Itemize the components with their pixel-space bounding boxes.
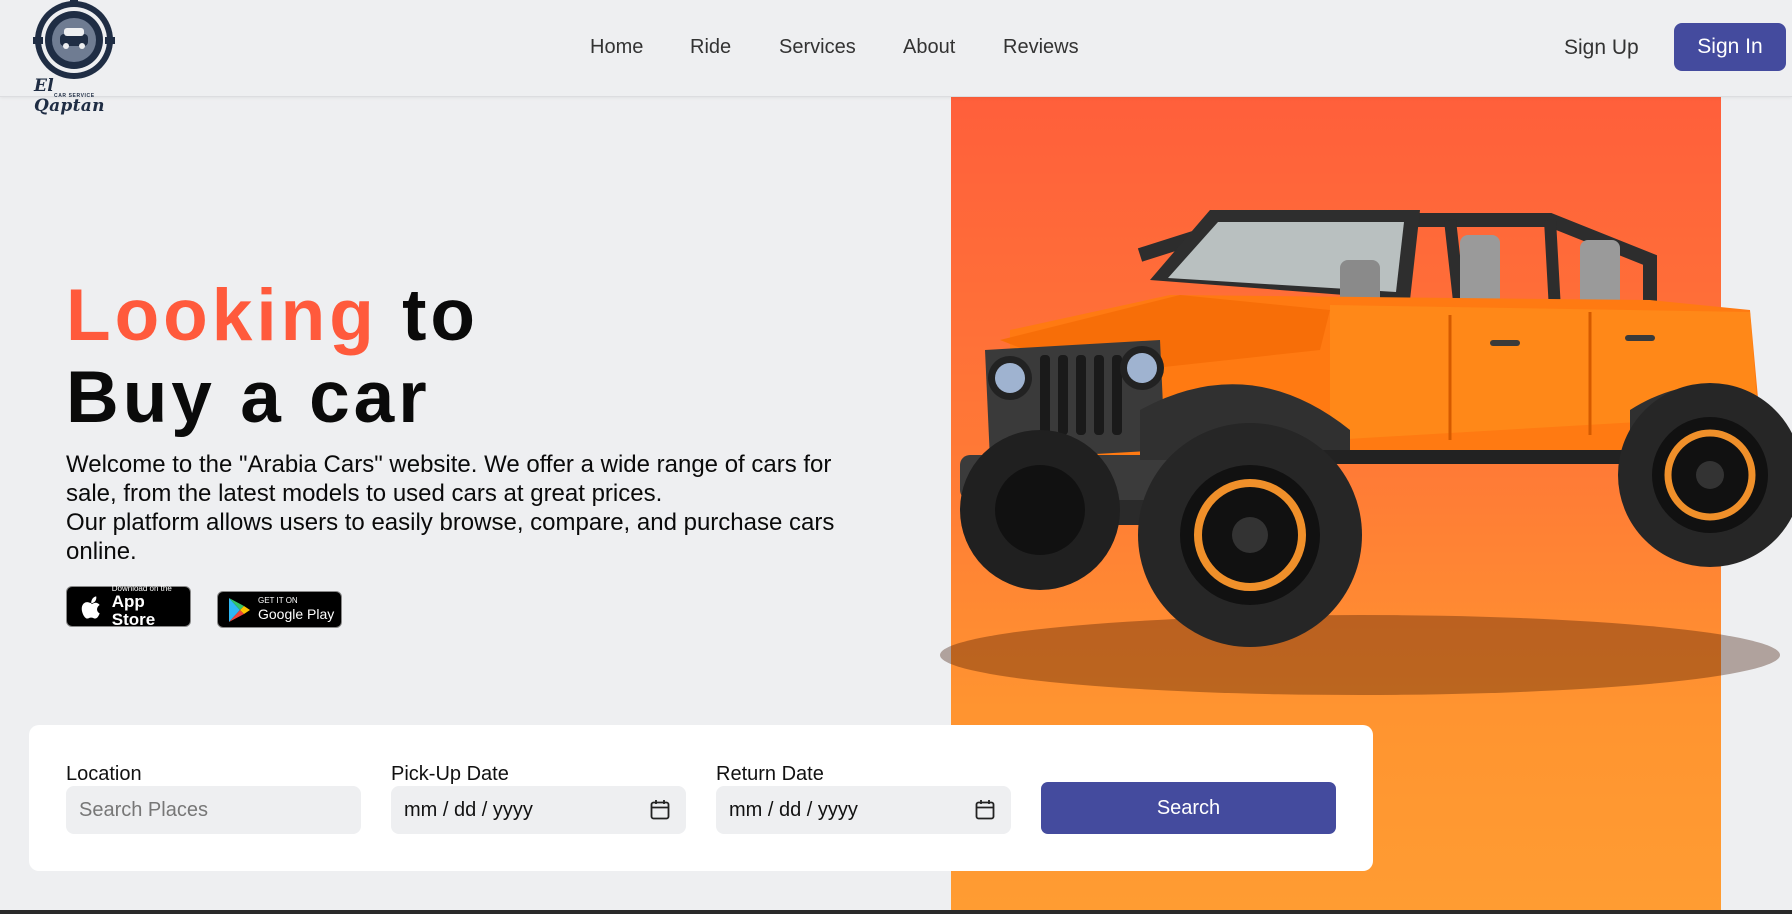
calendar-icon[interactable] bbox=[975, 799, 995, 821]
apple-icon bbox=[81, 595, 100, 619]
nav-home[interactable]: Home bbox=[590, 36, 643, 59]
pickup-date-input[interactable]: mm / dd / yyyy bbox=[391, 786, 686, 834]
hero-headline: Looking to Buy a car bbox=[66, 275, 479, 439]
sign-in-button[interactable]: Sign In bbox=[1674, 23, 1786, 71]
return-date-label: Return Date bbox=[716, 763, 824, 785]
location-input[interactable]: Search Places bbox=[66, 786, 361, 834]
calendar-icon[interactable] bbox=[650, 799, 670, 821]
search-card: Location Search Places Pick-Up Date mm /… bbox=[29, 725, 1373, 871]
search-button[interactable]: Search bbox=[1041, 782, 1336, 834]
nav-ride[interactable]: Ride bbox=[690, 36, 731, 59]
google-play-small-text: GET IT ON bbox=[258, 596, 298, 605]
nav-about[interactable]: About bbox=[903, 36, 955, 59]
nav-services[interactable]: Services bbox=[779, 36, 856, 59]
headline-line2: Buy a car bbox=[66, 357, 431, 438]
hero-description: Welcome to the "Arabia Cars" website. We… bbox=[66, 450, 886, 566]
headline-accent: Looking bbox=[66, 275, 378, 356]
page-bottom-border bbox=[0, 910, 1792, 914]
app-store-button[interactable]: Download on the App Store bbox=[66, 584, 191, 629]
nav-reviews[interactable]: Reviews bbox=[1003, 36, 1079, 59]
app-store-big-text: App Store bbox=[111, 592, 156, 629]
hero-car-image bbox=[940, 210, 1792, 695]
brand-tagline: CAR SERVICE bbox=[54, 93, 95, 99]
google-play-button[interactable]: GET IT ON Google Play bbox=[217, 591, 342, 628]
return-date-value: mm / dd / yyyy bbox=[729, 798, 858, 821]
top-navbar: El Qaptan CAR SERVICE Home Ride Services… bbox=[0, 0, 1792, 116]
google-play-icon bbox=[229, 597, 250, 622]
hero-paragraph-2: Our platform allows users to easily brow… bbox=[66, 509, 835, 565]
hero-paragraph-1: Welcome to the "Arabia Cars" website. We… bbox=[66, 451, 832, 507]
brand-logo[interactable]: El Qaptan CAR SERVICE bbox=[20, 0, 130, 116]
headline-rest: to bbox=[377, 275, 480, 356]
pickup-date-value: mm / dd / yyyy bbox=[404, 798, 533, 821]
location-label: Location bbox=[66, 763, 142, 785]
sign-up-link[interactable]: Sign Up bbox=[1564, 36, 1639, 60]
pickup-date-label: Pick-Up Date bbox=[391, 763, 509, 785]
google-play-big-text: Google Play bbox=[258, 606, 335, 622]
return-date-input[interactable]: mm / dd / yyyy bbox=[716, 786, 1011, 834]
